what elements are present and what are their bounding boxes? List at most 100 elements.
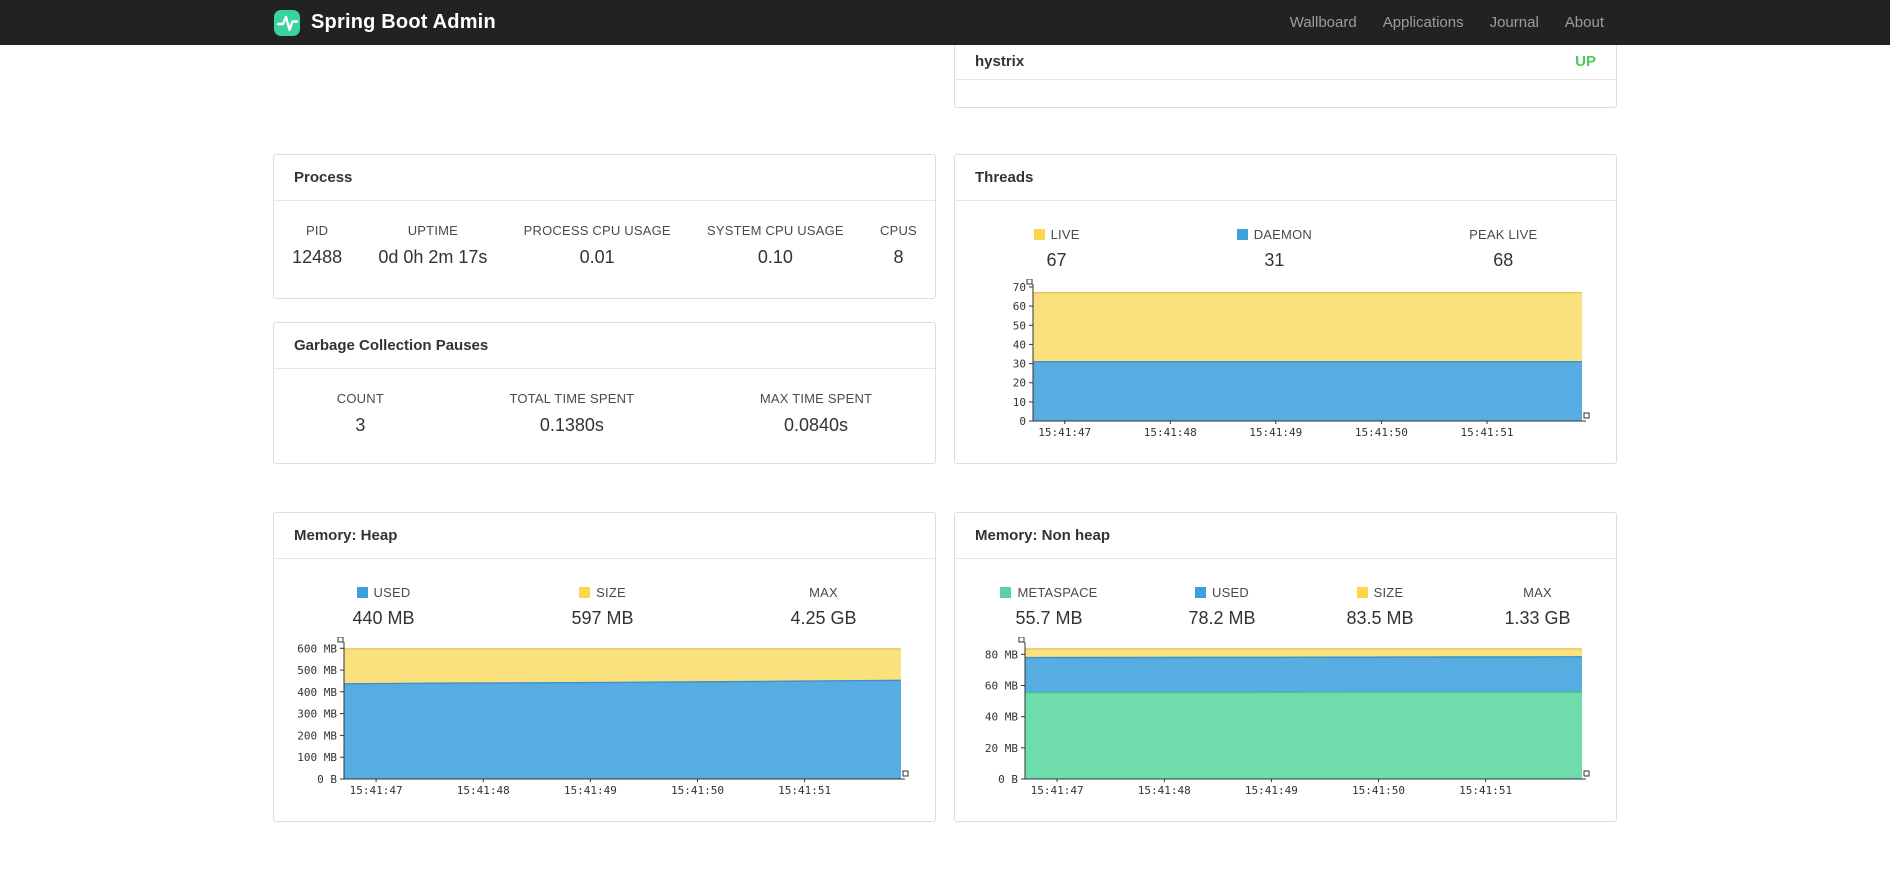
brand-title: Spring Boot Admin xyxy=(311,11,496,33)
svg-text:15:41:47: 15:41:47 xyxy=(1038,426,1091,439)
threads-panel: Threads LIVE 67 DAEMON 31 PEAK LIVE 68 0… xyxy=(954,154,1617,464)
svg-text:15:41:49: 15:41:49 xyxy=(1245,784,1298,797)
metric: PID 12488 xyxy=(292,223,342,268)
heap-panel-title: Memory: Heap xyxy=(274,513,935,559)
legend-label: METASPACE xyxy=(1017,585,1098,600)
svg-text:400 MB: 400 MB xyxy=(297,686,337,699)
svg-text:100 MB: 100 MB xyxy=(297,751,337,764)
legend-value: 4.25 GB xyxy=(790,608,857,628)
brand-link[interactable]: Spring Boot Admin xyxy=(273,9,496,37)
svg-text:50: 50 xyxy=(1013,319,1026,332)
svg-text:80 MB: 80 MB xyxy=(985,648,1018,661)
svg-text:15:41:51: 15:41:51 xyxy=(1459,784,1512,797)
metric-label: CPUS xyxy=(879,223,917,238)
metric-value: 0.0840s xyxy=(783,415,849,435)
svg-text:15:41:50: 15:41:50 xyxy=(1352,784,1405,797)
legend-item: PEAK LIVE 68 xyxy=(1469,227,1537,271)
svg-text:60: 60 xyxy=(1013,300,1026,313)
svg-text:15:41:48: 15:41:48 xyxy=(1138,784,1191,797)
legend-swatch xyxy=(1356,587,1368,598)
metric: MAX TIME SPENT 0.0840s xyxy=(760,391,872,436)
metric: COUNT 3 xyxy=(337,391,384,436)
svg-text:15:41:50: 15:41:50 xyxy=(1355,426,1408,439)
threads-panel-title: Threads xyxy=(955,155,1616,201)
svg-text:40: 40 xyxy=(1013,338,1026,351)
nav-link-journal[interactable]: Journal xyxy=(1477,14,1552,31)
svg-text:70: 70 xyxy=(1013,281,1026,294)
legend-swatch xyxy=(1033,229,1045,240)
nonheap-panel-title: Memory: Non heap xyxy=(955,513,1616,559)
applications-panel: hystrix UP xyxy=(954,45,1617,108)
metric-value: 0d 0h 2m 17s xyxy=(378,247,488,267)
main-content: Process PID 12488 UPTIME 0d 0h 2m 17s PR… xyxy=(273,45,1617,822)
process-metrics: PID 12488 UPTIME 0d 0h 2m 17s PROCESS CP… xyxy=(274,201,935,268)
nonheap-memory-chart: 0 B 20 MB 40 MB 60 MB 80 MB 15:41:47 15:41:48 1… xyxy=(969,636,1592,799)
metric-label: PROCESS CPU USAGE xyxy=(523,223,671,238)
right-column: hystrix UP Threads LIVE 67 DAEMON 31 PEA… xyxy=(954,45,1617,822)
application-name[interactable]: hystrix xyxy=(975,53,1024,70)
legend-swatch xyxy=(1195,587,1207,598)
svg-text:15:41:49: 15:41:49 xyxy=(1249,426,1302,439)
metric-label: TOTAL TIME SPENT xyxy=(509,391,635,406)
svg-text:15:41:48: 15:41:48 xyxy=(457,784,510,797)
legend-swatch xyxy=(356,587,368,598)
metric-label: MAX TIME SPENT xyxy=(759,391,873,406)
nav-link-about[interactable]: About xyxy=(1552,14,1617,31)
svg-text:40 MB: 40 MB xyxy=(985,711,1018,724)
legend-label: MAX xyxy=(1523,585,1552,600)
memory-heap-panel: Memory: Heap USED 440 MB SIZE 597 MB MAX… xyxy=(273,512,936,822)
legend-item: SIZE 83.5 MB xyxy=(1346,585,1413,629)
metric-value: 12488 xyxy=(292,247,343,267)
metric: UPTIME 0d 0h 2m 17s xyxy=(378,223,487,268)
metric-value: 0.01 xyxy=(579,247,615,267)
legend-item: MAX 4.25 GB xyxy=(790,585,856,629)
svg-text:20: 20 xyxy=(1013,377,1026,390)
metric: TOTAL TIME SPENT 0.1380s xyxy=(510,391,635,436)
metric: PROCESS CPU USAGE 0.01 xyxy=(524,223,671,268)
svg-text:0: 0 xyxy=(1019,415,1026,428)
svg-text:300 MB: 300 MB xyxy=(297,708,337,721)
legend-item: DAEMON 31 xyxy=(1236,227,1312,271)
metric-value: 8 xyxy=(893,247,904,267)
svg-text:15:41:51: 15:41:51 xyxy=(778,784,831,797)
legend-item: MAX 1.33 GB xyxy=(1504,585,1570,629)
legend-label: PEAK LIVE xyxy=(1469,227,1538,242)
metric-value: 0.1380s xyxy=(539,415,604,435)
nonheap-legend: METASPACE 55.7 MB USED 78.2 MB SIZE 83.5… xyxy=(955,559,1616,629)
threads-chart: 0 10 20 30 40 50 60 70 15:41:47 15:41:48 15:41:49 1… xyxy=(969,278,1592,441)
legend-label: LIVE xyxy=(1050,227,1080,242)
status-badge: UP xyxy=(1575,53,1596,70)
legend-value: 55.7 MB xyxy=(1015,608,1083,628)
svg-text:30: 30 xyxy=(1013,358,1026,371)
metric: CPUS 8 xyxy=(880,223,917,268)
metric-label: PID xyxy=(305,223,329,238)
svg-text:10: 10 xyxy=(1013,396,1026,409)
legend-item: METASPACE 55.7 MB xyxy=(1000,585,1097,629)
svg-text:20 MB: 20 MB xyxy=(985,742,1018,755)
nav-link-wallboard[interactable]: Wallboard xyxy=(1277,14,1370,31)
legend-item: LIVE 67 xyxy=(1033,227,1080,271)
legend-label: USED xyxy=(1212,585,1249,600)
legend-value: 68 xyxy=(1493,250,1514,270)
svg-text:0 B: 0 B xyxy=(998,773,1018,786)
heap-legend: USED 440 MB SIZE 597 MB MAX 4.25 GB xyxy=(274,559,935,629)
legend-value: 597 MB xyxy=(571,608,634,628)
svg-text:0 B: 0 B xyxy=(317,773,337,786)
legend-swatch xyxy=(1000,587,1012,598)
nav-link-applications[interactable]: Applications xyxy=(1370,14,1477,31)
navbar: Spring Boot Admin Wallboard Applications… xyxy=(0,0,1890,45)
svg-text:500 MB: 500 MB xyxy=(297,664,337,677)
legend-label: USED xyxy=(373,585,411,600)
legend-item: USED 440 MB xyxy=(352,585,414,629)
svg-text:60 MB: 60 MB xyxy=(985,680,1018,693)
legend-value: 83.5 MB xyxy=(1346,608,1414,628)
legend-value: 78.2 MB xyxy=(1188,608,1256,628)
svg-text:15:41:50: 15:41:50 xyxy=(671,784,724,797)
legend-value: 440 MB xyxy=(352,608,415,628)
process-panel: Process PID 12488 UPTIME 0d 0h 2m 17s PR… xyxy=(273,154,936,299)
svg-text:15:41:48: 15:41:48 xyxy=(1144,426,1197,439)
gc-metrics: COUNT 3 TOTAL TIME SPENT 0.1380s MAX TIM… xyxy=(274,369,935,436)
svg-text:15:41:47: 15:41:47 xyxy=(1031,784,1084,797)
metric-label: UPTIME xyxy=(407,223,459,238)
legend-swatch xyxy=(579,587,591,598)
